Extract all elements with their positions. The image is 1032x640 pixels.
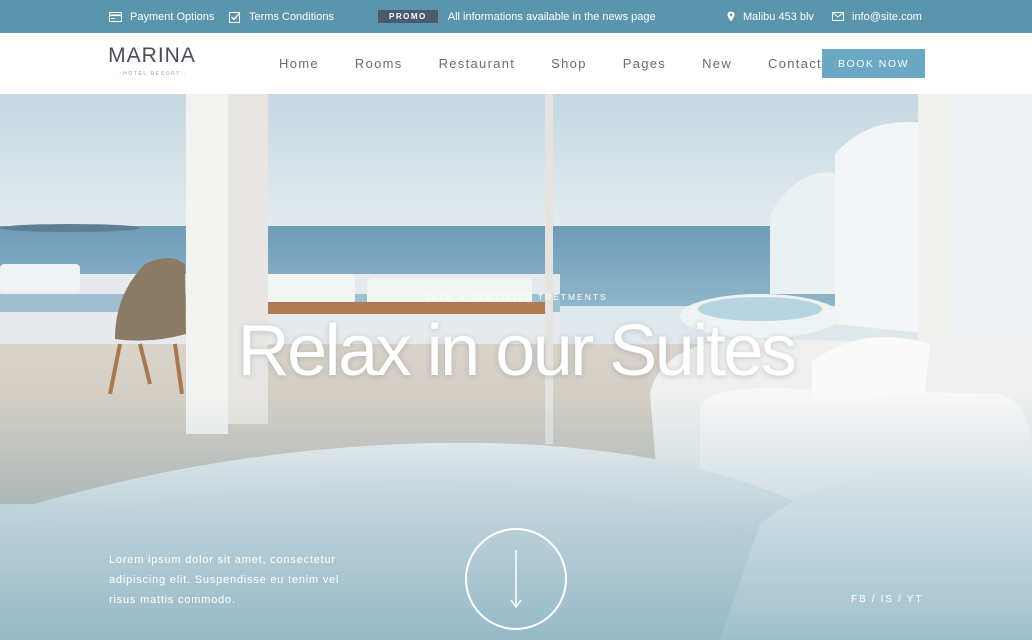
nav-pages[interactable]: Pages (623, 56, 666, 71)
nav-new[interactable]: New (702, 56, 732, 71)
credit-card-icon (109, 11, 122, 22)
nav-restaurant[interactable]: Restaurant (439, 56, 516, 71)
payment-options-link[interactable]: Payment Options (109, 0, 214, 33)
hero-section: SAFE & CERTIFIED TRETMENTS Relax in our … (0, 94, 1032, 640)
main-header: MARINA · HOTEL RESORT · Home Rooms Resta… (0, 33, 1032, 94)
arrow-down-icon (510, 550, 522, 609)
scroll-down-button[interactable] (465, 528, 567, 630)
envelope-icon (832, 12, 844, 21)
book-now-button[interactable]: BOOK NOW (822, 49, 925, 78)
social-separator: / (898, 594, 903, 605)
email-link[interactable]: info@site.com (832, 0, 922, 33)
email-label: info@site.com (852, 10, 922, 23)
logo-wordmark: MARINA (108, 44, 196, 67)
top-info-bar: Payment Options Terms Conditions PROMO A… (0, 0, 1032, 33)
nav-shop[interactable]: Shop (551, 56, 587, 71)
terms-conditions-label: Terms Conditions (249, 10, 334, 23)
promo-text: All informations available in the news p… (447, 10, 656, 23)
terms-conditions-link[interactable]: Terms Conditions (229, 0, 334, 33)
social-instagram-link[interactable]: IS (881, 594, 894, 605)
address-info: Malibu 453 blv (727, 0, 814, 33)
site-logo[interactable]: MARINA · HOTEL RESORT · (108, 44, 196, 77)
checkbox-icon (229, 11, 241, 23)
address-label: Malibu 453 blv (743, 10, 814, 23)
social-facebook-link[interactable]: FB (851, 594, 868, 605)
nav-contact[interactable]: Contact (768, 56, 822, 71)
hero-title: Relax in our Suites (237, 311, 797, 391)
promo-badge: PROMO (378, 10, 438, 23)
payment-options-label: Payment Options (130, 10, 215, 23)
main-nav: Home Rooms Restaurant Shop Pages New Con… (279, 33, 858, 94)
hero-kicker: SAFE & CERTIFIED TRETMENTS (424, 292, 608, 302)
promo-notice[interactable]: PROMO All informations available in the … (378, 0, 656, 33)
nav-rooms[interactable]: Rooms (355, 56, 403, 71)
nav-home[interactable]: Home (279, 56, 319, 71)
social-links: FB / IS / YT (851, 594, 924, 605)
hero-description: Lorem ipsum dolor sit amet, consectetur … (109, 554, 340, 606)
logo-tagline: · HOTEL RESORT · (116, 71, 188, 77)
social-separator: / (871, 594, 877, 605)
map-pin-icon (727, 11, 735, 22)
social-youtube-link[interactable]: YT (907, 594, 924, 605)
